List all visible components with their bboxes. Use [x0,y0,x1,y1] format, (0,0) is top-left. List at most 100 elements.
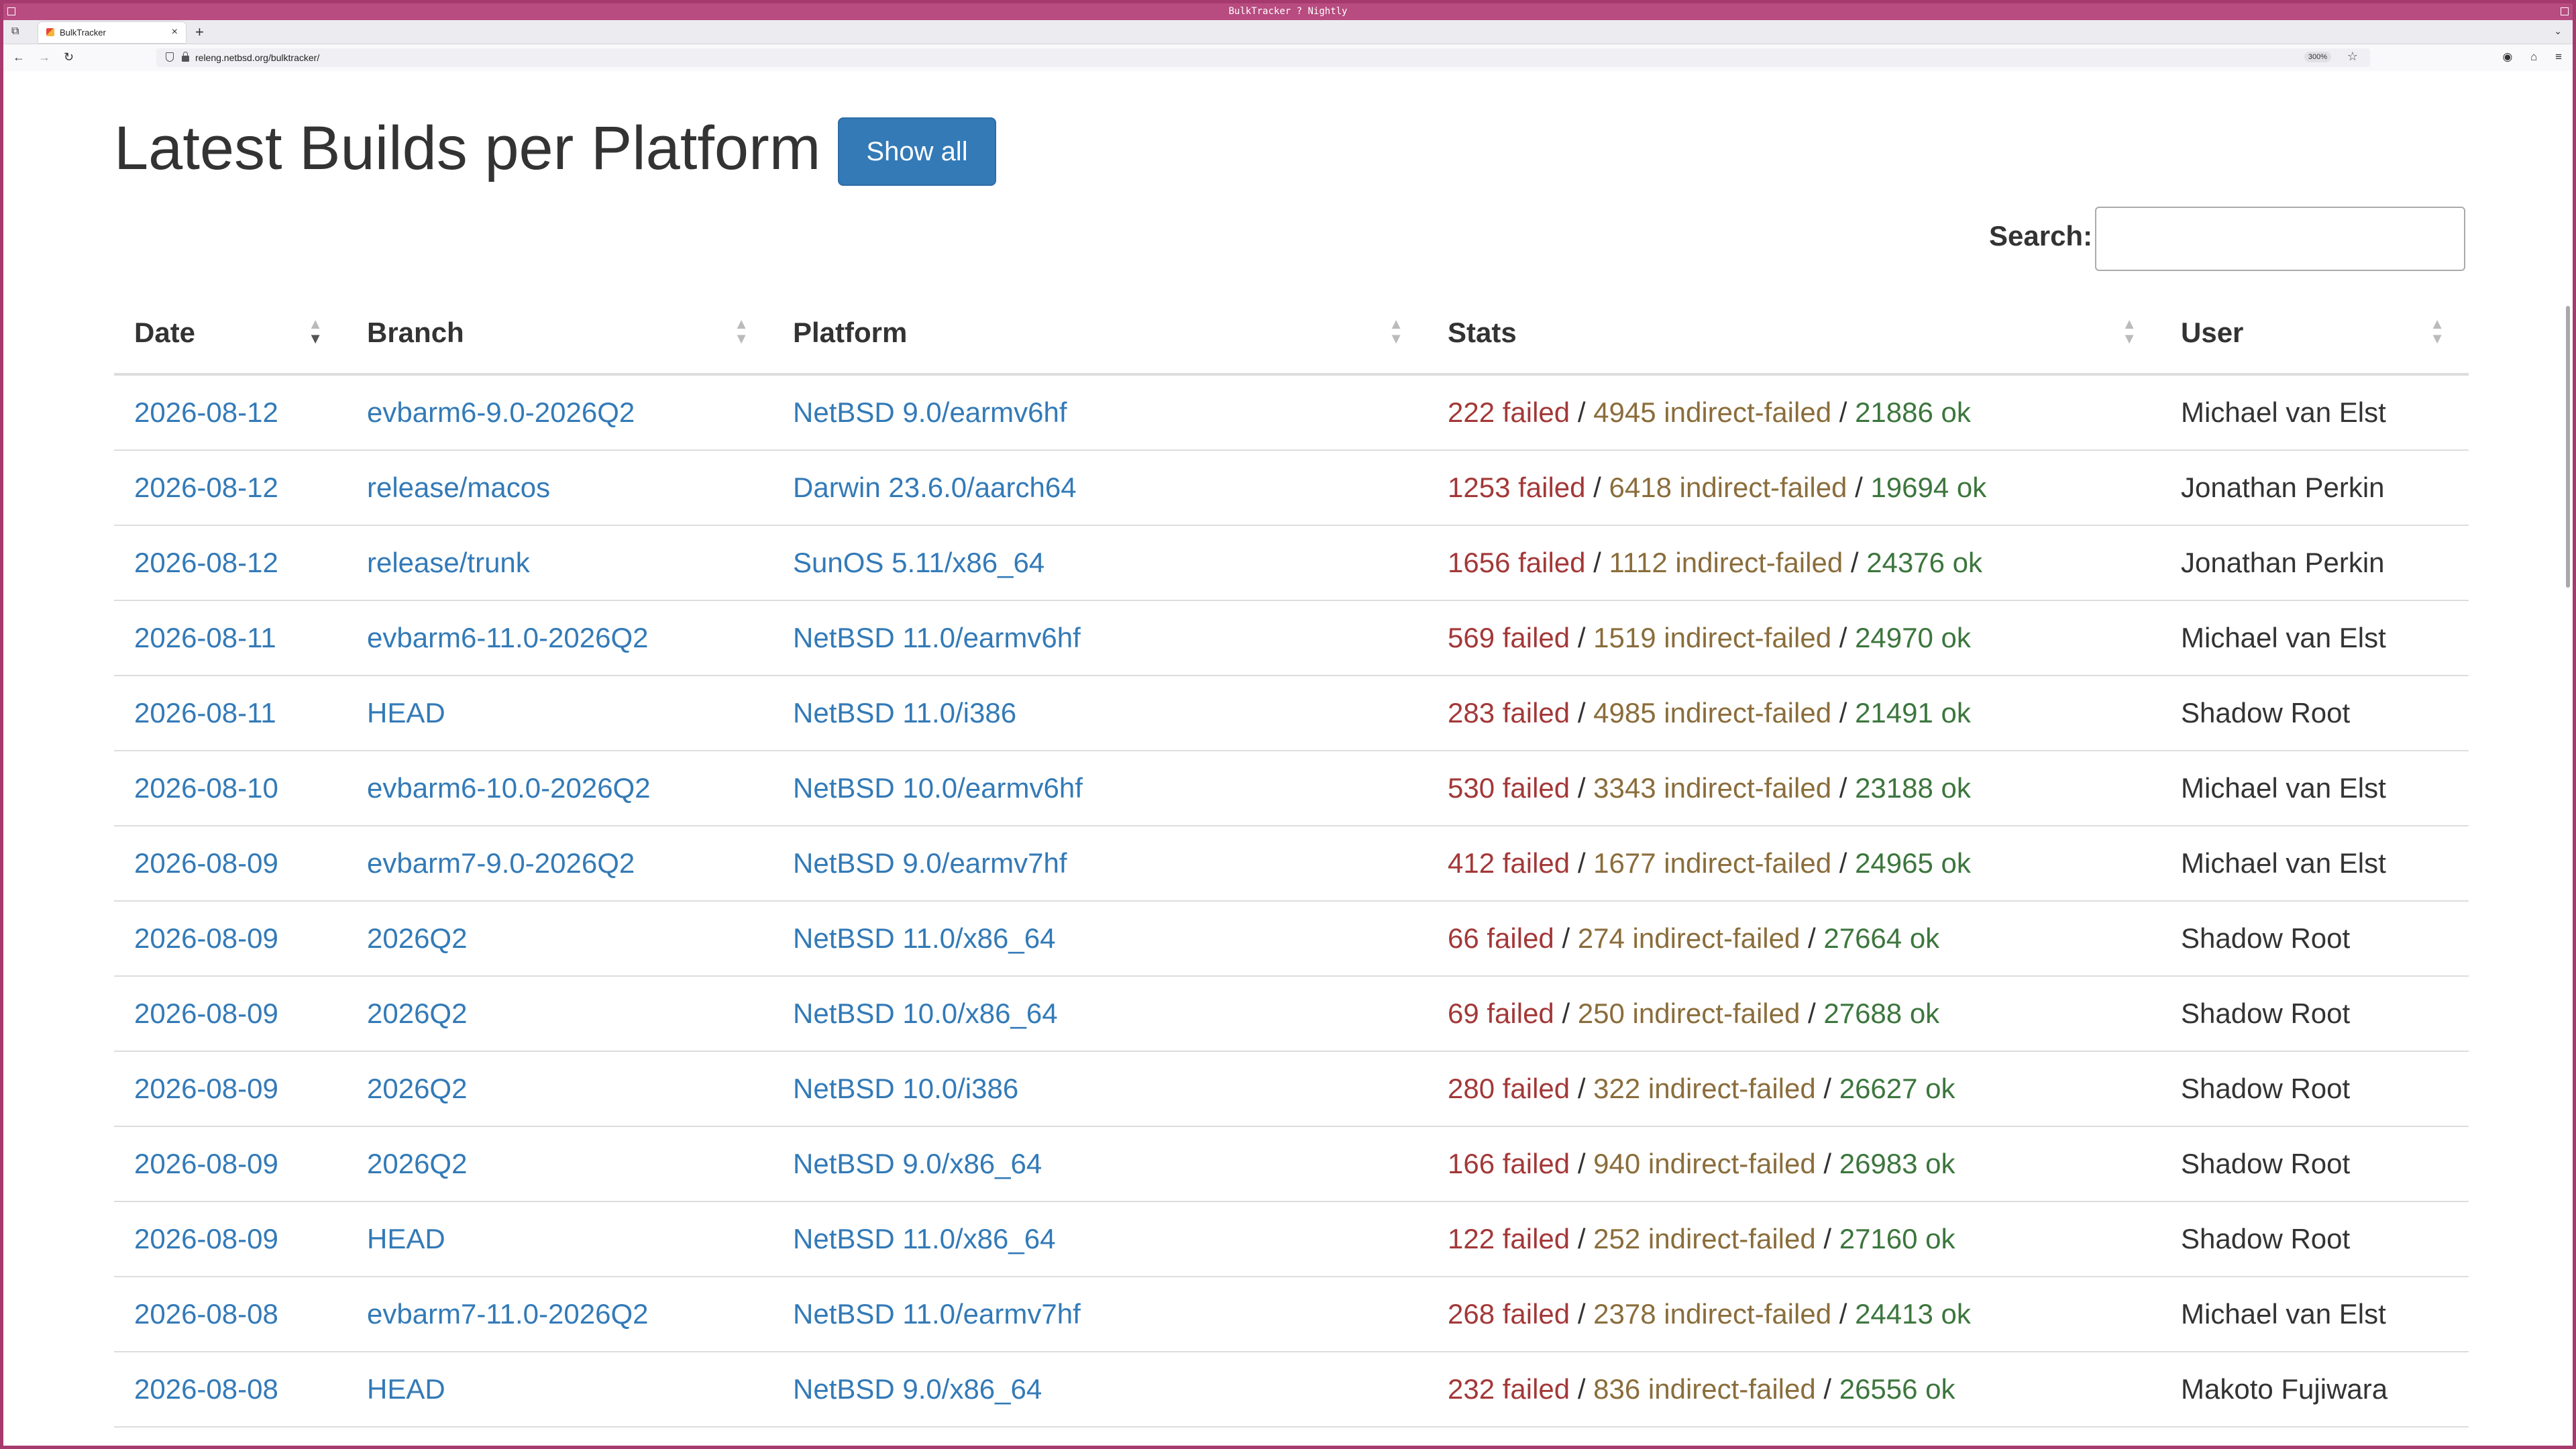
browser-window: BulkTracker ? Nightly ⧉ BulkTracker × + … [3,3,2573,1446]
platform-link[interactable]: SunOS 5.11/x86_64 [793,547,1044,578]
ok-count: 27688 ok [1823,998,1940,1029]
platform-link[interactable]: NetBSD 11.0/earmv7hf [793,1298,1081,1330]
stats-separator: / [1570,1298,1594,1330]
forward-button[interactable]: → [38,50,50,64]
branch-link[interactable]: 2026Q2 [367,1148,467,1179]
branch-link[interactable]: evbarm7-11.0-2026Q2 [367,1298,648,1330]
branch-link[interactable]: evbarm6-10.0-2026Q2 [367,772,651,804]
sort-descending-icon[interactable]: ▲ ▼ [308,317,323,346]
column-header-stats[interactable]: Stats ▲ ▼ [1428,292,2161,376]
platform-link[interactable]: NetBSD 10.0/earmv6hf [793,772,1083,804]
branch-link[interactable]: 2026Q2 [367,998,467,1029]
vertical-scrollbar[interactable] [2562,71,2573,1446]
tab-overview-icon[interactable]: ⧉ [11,26,22,37]
stats-separator: / [1800,998,1824,1029]
cell-date: 2026-08-09 [114,1201,347,1277]
stats-separator: / [1585,472,1609,503]
failed-count: 280 failed [1448,1073,1570,1104]
date-link[interactable]: 2026-08-12 [134,396,278,428]
column-header-user[interactable]: User ▲ ▼ [2161,292,2469,376]
platform-link[interactable]: NetBSD 9.0/earmv6hf [793,396,1067,428]
date-link[interactable]: 2026-08-09 [134,1223,278,1254]
cell-branch: HEAD [347,676,773,751]
branch-link[interactable]: evbarm6-11.0-2026Q2 [367,622,648,653]
ok-count: 19694 ok [1870,472,1987,503]
column-header-date[interactable]: Date ▲ ▼ [114,292,347,376]
stats-separator: / [1831,622,1856,653]
cell-stats: 166 failed / 940 indirect-failed / 26983… [1428,1126,2161,1202]
zoom-level-badge[interactable]: 300% [2304,52,2331,62]
failed-count: 1253 failed [1448,472,1586,503]
date-link[interactable]: 2026-08-10 [134,772,278,804]
cell-stats: 232 failed / 836 indirect-failed / 26556… [1428,1352,2161,1428]
tab-bulktracker[interactable]: BulkTracker × [38,22,186,43]
branch-link[interactable]: 2026Q2 [367,922,467,954]
branch-link[interactable]: HEAD [367,1223,445,1254]
window-close-icon[interactable] [2561,7,2569,15]
tab-list-chevron-icon[interactable]: ⌄ [2554,25,2562,37]
date-link[interactable]: 2026-08-08 [134,1298,278,1330]
back-button[interactable]: ← [13,50,25,64]
platform-link[interactable]: Darwin 23.6.0/aarch64 [793,472,1077,503]
date-link[interactable]: 2026-08-08 [134,1373,278,1405]
column-header-branch[interactable]: Branch ▲ ▼ [347,292,773,376]
platform-link[interactable]: NetBSD 11.0/i386 [793,697,1016,729]
branch-link[interactable]: evbarm6-9.0-2026Q2 [367,396,635,428]
account-icon[interactable]: ◉ [2502,50,2512,63]
bookmark-star-icon[interactable]: ☆ [2347,50,2358,64]
menu-icon[interactable]: ≡ [2555,50,2562,63]
date-link[interactable]: 2026-08-09 [134,998,278,1029]
platform-link[interactable]: NetBSD 9.0/earmv7hf [793,847,1067,879]
platform-link[interactable]: NetBSD 9.0/x86_64 [793,1373,1042,1405]
cell-date: 2026-08-09 [114,901,347,977]
branch-link[interactable]: release/trunk [367,547,530,578]
address-bar[interactable]: releng.netbsd.org/bulktracker/ 300% ☆ [156,48,2370,67]
branch-link[interactable]: 2026Q2 [367,1073,467,1104]
column-header-platform[interactable]: Platform ▲ ▼ [773,292,1428,376]
tab-close-icon[interactable]: × [172,26,178,38]
search-input[interactable] [2095,207,2465,271]
show-all-button[interactable]: Show all [838,117,996,186]
sort-icon[interactable]: ▲ ▼ [2122,317,2137,346]
date-link[interactable]: 2026-08-09 [134,847,278,879]
sort-icon[interactable]: ▲ ▼ [734,317,749,346]
failed-count: 166 failed [1448,1148,1570,1179]
platform-link[interactable]: NetBSD 10.0/i386 [793,1073,1018,1104]
date-link[interactable]: 2026-08-09 [134,1148,278,1179]
new-tab-button[interactable]: + [195,23,204,41]
date-link[interactable]: 2026-08-11 [134,697,276,729]
branch-link[interactable]: HEAD [367,1373,445,1405]
ok-count: 21886 ok [1855,396,1971,428]
table-row: 2026-08-09 evbarm7-9.0-2026Q2 NetBSD 9.0/e… [114,826,2469,902]
platform-link[interactable]: NetBSD 11.0/x86_64 [793,1223,1055,1254]
reload-button[interactable]: ↻ [64,50,74,64]
platform-link[interactable]: NetBSD 11.0/x86_64 [793,922,1055,954]
date-link[interactable]: 2026-08-12 [134,547,278,578]
scrollbar-thumb[interactable] [2566,306,2570,588]
builds-table: Date ▲ ▼ Branch ▲ ▼ Platform ▲ ▼ Stats ▲… [114,292,2469,1428]
branch-link[interactable]: HEAD [367,697,445,729]
cell-user: Michael van Elst [2161,826,2469,902]
page-content: Latest Builds per Platform Show all Sear… [3,71,2573,1446]
branch-link[interactable]: evbarm7-9.0-2026Q2 [367,847,635,879]
url-text[interactable]: releng.netbsd.org/bulktracker/ [195,52,319,63]
branch-link[interactable]: release/macos [367,472,550,503]
cell-platform: NetBSD 10.0/i386 [773,1051,1428,1127]
platform-link[interactable]: NetBSD 9.0/x86_64 [793,1148,1042,1179]
date-link[interactable]: 2026-08-09 [134,922,278,954]
ok-count: 23188 ok [1855,772,1971,804]
platform-link[interactable]: NetBSD 11.0/earmv6hf [793,622,1081,653]
platform-link[interactable]: NetBSD 10.0/x86_64 [793,998,1058,1029]
stats-separator: / [1570,847,1594,879]
cell-branch: evbarm6-10.0-2026Q2 [347,751,773,826]
sort-icon[interactable]: ▲ ▼ [2430,317,2445,346]
date-link[interactable]: 2026-08-09 [134,1073,278,1104]
tracking-shield-icon[interactable] [166,52,174,62]
extensions-icon[interactable]: ⌂ [2530,50,2537,63]
sort-icon[interactable]: ▲ ▼ [1389,317,1403,346]
date-link[interactable]: 2026-08-12 [134,472,278,503]
lock-icon[interactable] [182,52,189,62]
stats-separator: / [1554,922,1578,954]
date-link[interactable]: 2026-08-11 [134,622,276,653]
window-menu-icon[interactable] [7,7,15,15]
